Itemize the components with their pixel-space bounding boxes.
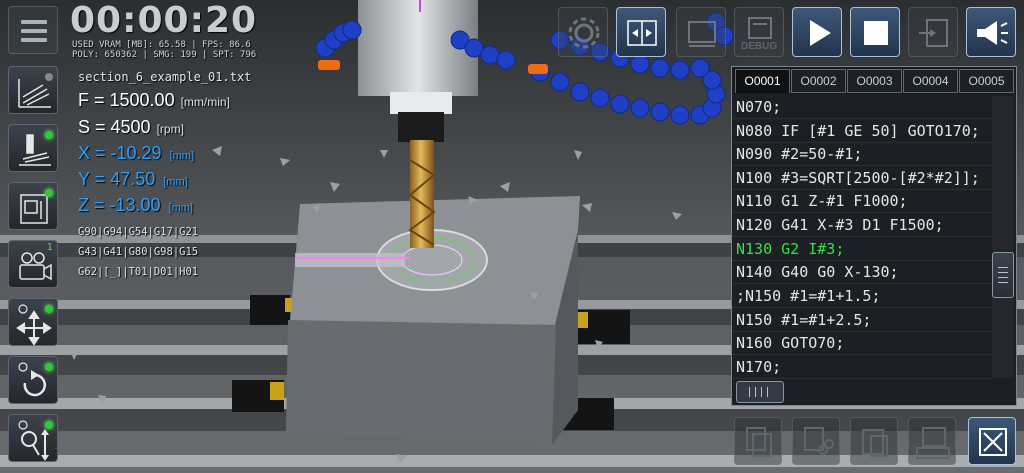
program-filename: section_6_example_01.txt (78, 70, 252, 84)
keyboard-icon (916, 427, 950, 459)
feed-readout: F = 1500.00 [mm/min] (78, 90, 230, 111)
close-icon (979, 428, 1007, 456)
cut-button[interactable] (792, 417, 840, 465)
machine-setup-button[interactable] (676, 7, 726, 57)
play-icon (810, 20, 831, 46)
feed-unit: [mm/min] (180, 95, 230, 109)
settings-button[interactable] (558, 7, 608, 57)
copy-icon (746, 427, 772, 457)
vertical-scroll-thumb[interactable] (992, 252, 1014, 298)
camera-badge: 1 (46, 242, 53, 253)
stats-vram-fps: USED VRAM [MB]: 65.58 | FPS: 86.6 (72, 40, 251, 50)
code-line[interactable]: N090 #2=50-#1; (732, 143, 992, 166)
tool-path-trace-button[interactable] (8, 124, 58, 172)
x-value: X = -10.29 (78, 143, 162, 163)
machine-setup-icon (688, 21, 716, 47)
code-line[interactable]: N070; (732, 96, 992, 119)
code-line[interactable]: N150 #1=#1+2.5; (732, 309, 992, 332)
z-value: Z = -13.00 (78, 195, 161, 215)
trace-status-led (45, 131, 53, 139)
z-unit: [mm] (168, 202, 193, 214)
menu-button[interactable] (8, 6, 58, 54)
code-line[interactable]: N110 G1 Z-#1 F1000; (732, 190, 992, 213)
code-line[interactable]: N100 #3=SQRT[2500-[#2*#2]]; (732, 167, 992, 190)
simulation-timer: 00:00:20 (70, 0, 258, 41)
spindle-speed-readout: S = 4500 [rpm] (78, 117, 184, 138)
speed-value: S = 4500 (78, 117, 151, 137)
x-unit: [mm] (169, 150, 195, 162)
code-line[interactable]: N140 G40 G0 X-130; (732, 261, 992, 284)
gear-icon (568, 17, 600, 49)
code-line[interactable]: N160 GOTO70; (732, 332, 992, 355)
scissors-icon (804, 427, 834, 455)
paste-button[interactable] (850, 417, 898, 465)
program-tabs: O0001 O0002 O0003 O0004 O0005 (732, 67, 1016, 94)
tab-o0004[interactable]: O0004 (903, 69, 958, 93)
split-view-icon (627, 20, 657, 46)
camera-rotate-button[interactable] (8, 356, 58, 404)
current-code-line[interactable]: N130 G2 I#3; (732, 238, 992, 261)
sound-button[interactable] (966, 7, 1016, 57)
code-line[interactable]: N170; (732, 356, 992, 379)
speed-unit: [rpm] (156, 122, 184, 136)
machine-status-led (45, 189, 53, 197)
megaphone-icon (977, 21, 1008, 45)
feed-value: F = 1500.00 (78, 90, 175, 110)
rotate-status-led (45, 363, 53, 371)
toolpath-status-led (45, 73, 53, 81)
camera-pan-button[interactable] (8, 298, 58, 346)
stop-button[interactable] (850, 7, 900, 57)
y-value: Y = 47.50 (78, 169, 156, 189)
vertical-scrollbar[interactable] (992, 96, 1014, 378)
hamburger-icon (21, 20, 47, 42)
z-position-readout: Z = -13.00 [mm] (78, 195, 193, 216)
pan-status-led (45, 305, 53, 313)
y-position-readout: Y = 47.50 [mm] (78, 169, 188, 190)
tab-o0001[interactable]: O0001 (735, 69, 790, 93)
modal-gcodes-line-1: G90|G94|G54|G17|G21 (78, 226, 199, 238)
zoom-status-led (45, 421, 53, 429)
modal-gcodes-line-3: G62|[_]|T01|D01|H01 (78, 266, 199, 278)
keyboard-button[interactable] (908, 417, 956, 465)
tab-o0002[interactable]: O0002 (791, 69, 846, 93)
gcode-editor[interactable]: O0001 O0002 O0003 O0004 O0005 N070; N080… (731, 66, 1017, 406)
debug-button[interactable]: DEBUG (734, 7, 784, 57)
split-view-button[interactable] (616, 7, 666, 57)
load-file-icon (919, 19, 948, 47)
tab-o0005[interactable]: O0005 (959, 69, 1014, 93)
code-line[interactable]: N080 IF [#1 GE 50] GOTO170; (732, 120, 992, 143)
x-position-readout: X = -10.29 [mm] (78, 143, 194, 164)
paste-icon (862, 429, 888, 457)
code-line[interactable]: ;N150 #1=#1+1.5; (732, 285, 992, 308)
load-program-button[interactable] (908, 7, 958, 57)
modal-gcodes-line-2: G43|G41|G80|G98|G15 (78, 246, 199, 258)
play-button[interactable] (792, 7, 842, 57)
code-line[interactable]: N120 G41 X-#3 D1 F1500; (732, 214, 992, 237)
debug-label: DEBUG (741, 41, 778, 52)
machine-view-button[interactable] (8, 182, 58, 230)
code-lines: N070; N080 IF [#1 GE 50] GOTO170; N090 #… (732, 96, 992, 380)
close-editor-button[interactable] (968, 417, 1016, 465)
copy-button[interactable] (734, 417, 782, 465)
y-unit: [mm] (163, 176, 188, 188)
stats-poly: POLY: 650362 | SMG: 199 | SPT: 796 (72, 50, 257, 60)
toolpath-view-button[interactable] (8, 66, 58, 114)
horizontal-scroll-thumb[interactable] (736, 381, 784, 403)
camera-view-button[interactable]: 1 (8, 240, 58, 288)
tab-o0003[interactable]: O0003 (847, 69, 902, 93)
camera-zoom-button[interactable] (8, 414, 58, 462)
stop-icon (864, 21, 888, 45)
